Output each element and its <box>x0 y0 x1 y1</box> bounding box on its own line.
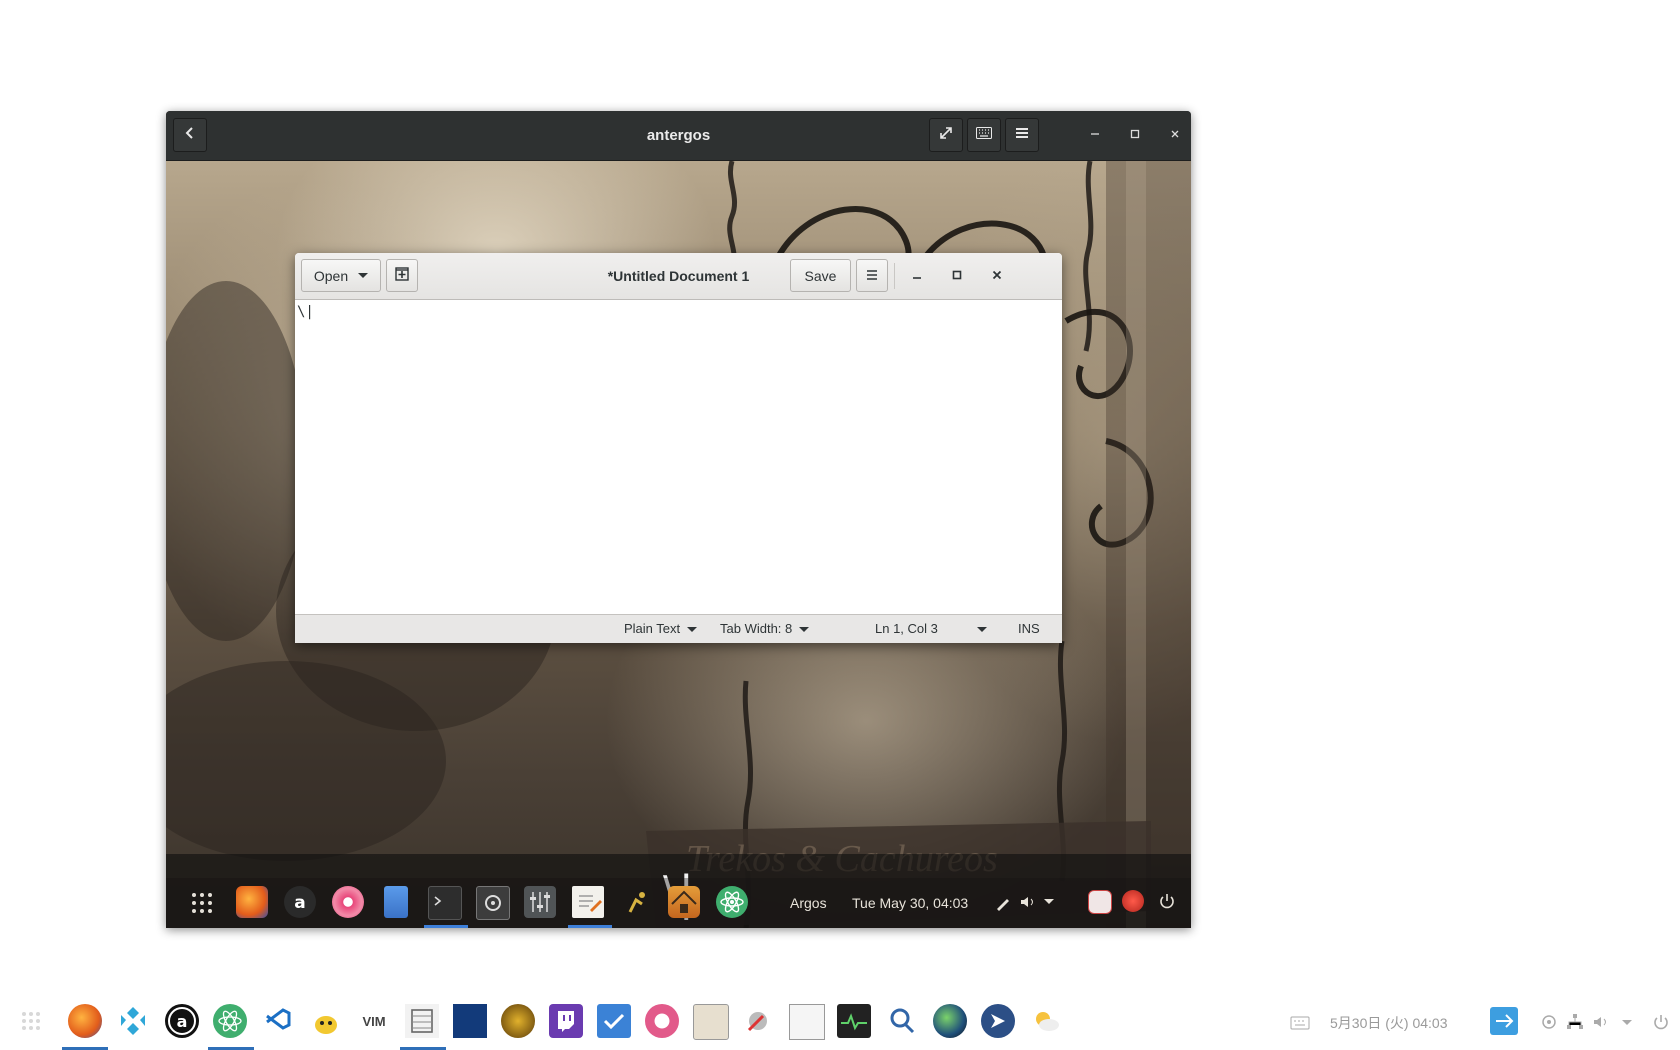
remote-desktop-window: antergos Open *Untitled Document 1 Save … <box>166 111 1191 928</box>
maximize-icon <box>1130 126 1140 144</box>
dropdown-arrow-icon <box>687 626 698 632</box>
svg-text:a: a <box>177 1012 188 1031</box>
dropdown-arrow-icon <box>977 626 987 632</box>
antergos-icon[interactable]: a <box>165 1004 199 1038</box>
wow-icon[interactable] <box>501 1004 535 1038</box>
volume-icon[interactable] <box>1592 1013 1610 1031</box>
blizzard-icon[interactable] <box>453 1004 487 1038</box>
teapot-icon[interactable] <box>309 1004 343 1038</box>
tab-width-label: Tab Width: 8 <box>720 621 793 636</box>
kodi-icon[interactable] <box>116 1004 150 1038</box>
system-settings-icon[interactable] <box>476 886 510 920</box>
keyboard-icon <box>976 126 992 144</box>
network-icon[interactable] <box>1566 1013 1584 1031</box>
location-icon[interactable] <box>1540 1013 1558 1031</box>
robot-icon[interactable] <box>620 886 652 918</box>
tweaks-icon[interactable] <box>524 886 556 918</box>
cursor-position-selector[interactable]: Ln 1, Col 3 <box>875 615 987 643</box>
svg-text:VIM: VIM <box>362 1014 385 1029</box>
settings-icon[interactable] <box>741 1004 775 1038</box>
active-indicator <box>568 925 612 928</box>
editor-maximize-button[interactable] <box>945 264 969 288</box>
minimize-button[interactable] <box>1083 123 1107 147</box>
volume-icon[interactable] <box>1018 892 1038 912</box>
document-content: \| <box>297 304 314 320</box>
maximize-icon <box>952 267 962 285</box>
atom-icon[interactable] <box>213 1004 247 1038</box>
inner-dock: a Argos Tue May 30, 04:03 <box>166 878 1191 928</box>
editor-minimize-button[interactable] <box>905 264 929 288</box>
twitch-icon[interactable] <box>549 1004 583 1038</box>
close-icon <box>992 267 1002 285</box>
firefox-icon[interactable] <box>236 886 268 918</box>
app-grid-icon[interactable] <box>186 886 218 918</box>
power-icon[interactable] <box>1652 1013 1670 1031</box>
maximize-button[interactable] <box>1123 123 1147 147</box>
files-icon[interactable] <box>384 886 408 918</box>
red-bug-icon[interactable] <box>1122 890 1144 912</box>
menu-button[interactable] <box>1005 118 1039 152</box>
antergos-icon[interactable]: a <box>284 886 316 918</box>
editor-close-button[interactable] <box>985 264 1009 288</box>
insert-mode-indicator: INS <box>1018 615 1040 643</box>
argos-label[interactable]: Argos <box>790 878 827 928</box>
app-grid-icon[interactable] <box>14 1004 48 1038</box>
tab-width-selector[interactable]: Tab Width: 8 <box>720 615 810 643</box>
save-label: Save <box>804 267 837 284</box>
window-header: antergos <box>166 111 1191 161</box>
expand-icon <box>938 125 954 146</box>
terminal-icon[interactable] <box>428 886 462 920</box>
system-monitor-icon[interactable] <box>837 1004 871 1038</box>
hamburger-icon <box>866 268 878 284</box>
atom-icon[interactable] <box>716 886 748 918</box>
editor-header: Open *Untitled Document 1 Save <box>295 253 1062 300</box>
power-icon[interactable] <box>1158 892 1176 910</box>
editor-menu-button[interactable] <box>856 259 888 292</box>
chevron-down-icon[interactable] <box>1620 1015 1634 1029</box>
pen-icon[interactable] <box>994 892 1014 912</box>
globe-icon[interactable] <box>933 1004 967 1038</box>
language-label: Plain Text <box>624 621 681 636</box>
save-button[interactable]: Save <box>790 259 851 292</box>
svg-text:a: a <box>294 893 305 913</box>
text-editor-window: Open *Untitled Document 1 Save \| Plain … <box>295 253 1062 643</box>
vim-icon[interactable]: VIM <box>357 1004 391 1038</box>
minimize-icon <box>912 267 922 285</box>
soundboard-icon[interactable] <box>789 1004 825 1040</box>
status-bar: Plain Text Tab Width: 8 Ln 1, Col 3 INS <box>295 614 1062 643</box>
close-button[interactable] <box>1163 123 1187 147</box>
bird-icon[interactable] <box>981 1004 1015 1038</box>
keyboard-button[interactable] <box>967 118 1001 152</box>
firefox-icon[interactable] <box>68 1004 102 1038</box>
vscode-icon[interactable] <box>261 1004 295 1038</box>
hamburger-icon <box>1015 126 1029 144</box>
cursor-position-label: Ln 1, Col 3 <box>875 621 938 636</box>
hut-icon[interactable] <box>668 886 700 918</box>
dock-clock[interactable]: Tue May 30, 04:03 <box>852 878 968 928</box>
header-separator <box>894 263 895 289</box>
close-icon <box>1170 126 1180 144</box>
text-editor-icon[interactable] <box>572 886 604 918</box>
archive-icon[interactable] <box>693 1004 729 1040</box>
host-taskbar: a VIM 5月30日 (火) 04:03 <box>0 997 1680 1050</box>
transfer-icon[interactable] <box>1490 1007 1518 1035</box>
dropdown-arrow-icon <box>799 626 810 632</box>
todo-icon[interactable] <box>597 1004 631 1038</box>
minimize-icon <box>1090 126 1100 144</box>
weather-icon[interactable] <box>1029 1004 1063 1038</box>
chevron-down-icon[interactable] <box>1042 894 1056 908</box>
file-roller-icon[interactable] <box>405 1004 439 1038</box>
fullscreen-button[interactable] <box>929 118 963 152</box>
lollypop-icon[interactable] <box>332 886 364 918</box>
search-icon[interactable] <box>885 1004 919 1038</box>
insert-mode-label: INS <box>1018 621 1040 636</box>
keyboard-icon[interactable] <box>1290 1013 1310 1033</box>
language-selector[interactable]: Plain Text <box>624 615 698 643</box>
text-area[interactable]: \| <box>295 300 1062 615</box>
active-indicator <box>424 925 468 928</box>
cockatoo-icon[interactable] <box>645 1004 679 1038</box>
workspace-icon[interactable] <box>1088 890 1112 914</box>
taskbar-clock[interactable]: 5月30日 (火) 04:03 <box>1330 997 1448 1050</box>
